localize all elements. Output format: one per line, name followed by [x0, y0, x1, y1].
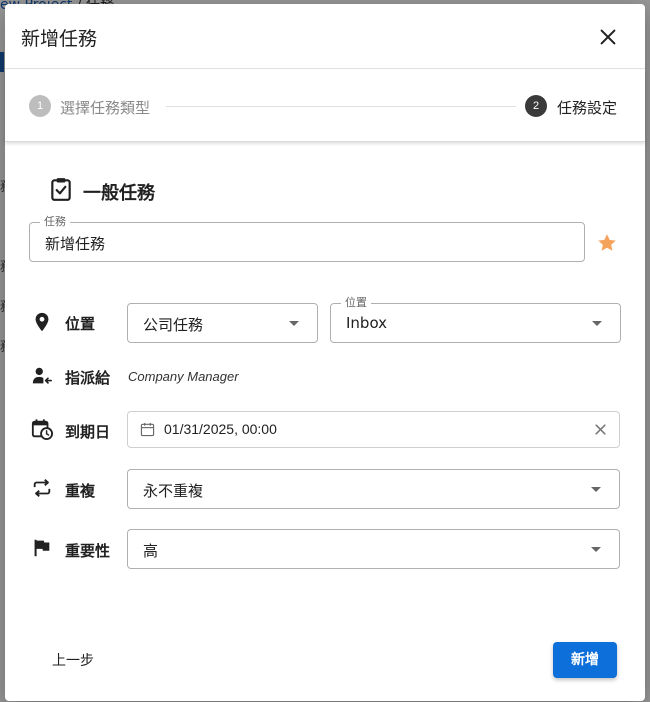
section-title: 一般任務 [83, 183, 155, 204]
flag-icon [34, 539, 50, 557]
repeat-icon [33, 479, 51, 497]
priority-label: 重要性 [65, 542, 111, 560]
step-connector [166, 106, 516, 107]
calendar-clock-icon [31, 419, 53, 440]
repeat-select-value: 永不重複 [143, 482, 204, 500]
clipboard-check-icon [51, 178, 71, 201]
location-select[interactable]: 公司任務 [127, 303, 318, 343]
position-select-value: Inbox [346, 314, 388, 332]
repeat-select[interactable]: 永不重複 [127, 469, 620, 509]
dialog-title: 新增任務 [21, 28, 98, 50]
clear-icon[interactable] [594, 423, 607, 436]
step-1-label[interactable]: 選擇任務類型 [60, 97, 150, 118]
chevron-down-icon [289, 321, 299, 326]
position-select[interactable]: 位置 Inbox [330, 296, 621, 343]
priority-select-value: 高 [143, 542, 159, 560]
task-name-value[interactable]: 新增任務 [45, 233, 105, 254]
due-date-field[interactable]: 01/31/2025, 00:00 [127, 411, 620, 448]
assign-label: 指派給 [65, 369, 111, 387]
chevron-down-icon [591, 487, 601, 492]
chevron-down-icon [592, 321, 602, 326]
add-button[interactable]: 新增 [553, 642, 617, 678]
step-1-number[interactable]: 1 [29, 95, 51, 117]
new-task-dialog: 新增任務 1 選擇任務類型 2 任務設定 一般任務 任務 新增任務 位置 公司任… [5, 4, 645, 701]
map-pin-icon [35, 312, 49, 332]
back-button[interactable]: 上一步 [41, 644, 105, 678]
due-date-label: 到期日 [65, 423, 111, 441]
repeat-label: 重複 [65, 482, 96, 500]
user-assign-icon [32, 367, 52, 384]
star-icon[interactable] [596, 232, 618, 254]
assignee-value: Company Manager [128, 369, 239, 384]
location-label: 位置 [65, 315, 96, 333]
position-legend: 位置 [341, 296, 371, 310]
task-name-field[interactable]: 任務 新增任務 [29, 215, 585, 262]
location-select-value: 公司任務 [143, 316, 204, 334]
step-2-number: 2 [525, 95, 547, 117]
chevron-down-icon [591, 547, 601, 552]
close-icon[interactable] [597, 26, 619, 48]
dialog-header: 新增任務 [5, 4, 645, 69]
stepper: 1 選擇任務類型 2 任務設定 [5, 70, 645, 142]
step-2-label: 任務設定 [557, 99, 618, 117]
task-name-legend: 任務 [40, 215, 70, 229]
calendar-icon [140, 422, 155, 437]
due-date-value[interactable]: 01/31/2025, 00:00 [164, 421, 277, 437]
priority-select[interactable]: 高 [127, 529, 620, 569]
